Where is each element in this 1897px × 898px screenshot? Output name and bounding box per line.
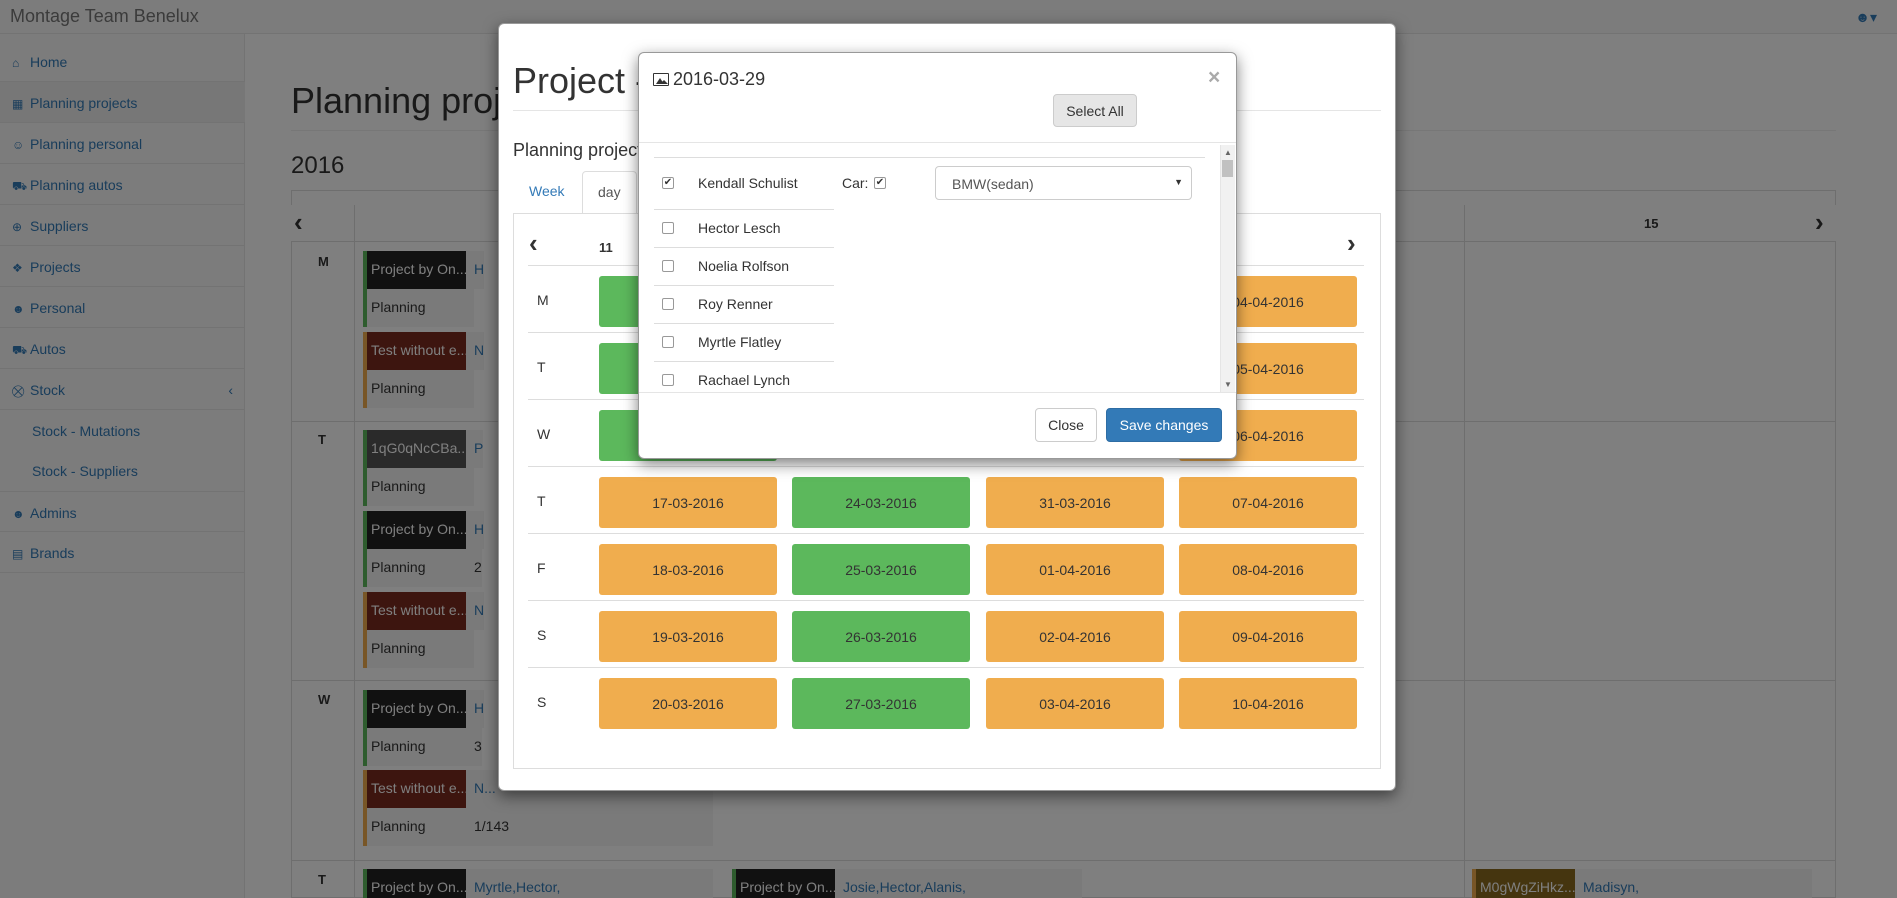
week-day-label: S: [537, 627, 547, 643]
person-row[interactable]: Rachael Lynch: [654, 362, 834, 392]
list-scrollbar[interactable]: [1220, 145, 1235, 392]
tab-week[interactable]: Week: [514, 171, 580, 213]
chevron-left-icon[interactable]: ‹: [529, 228, 538, 259]
person-checkbox[interactable]: [662, 222, 674, 234]
person-name: Noelia Rolfson: [698, 258, 790, 274]
car-checkbox[interactable]: ✔: [874, 177, 886, 189]
day-cell[interactable]: 24-03-2016: [792, 477, 970, 528]
person-row[interactable]: Noelia Rolfson: [654, 248, 834, 286]
person-name: Rachael Lynch: [698, 372, 791, 388]
person-checkbox[interactable]: [662, 336, 674, 348]
person-row[interactable]: Myrtle Flatley: [654, 324, 834, 362]
car-label: Car:: [842, 175, 869, 191]
person-checkbox[interactable]: [662, 260, 674, 272]
tab-day[interactable]: day: [582, 171, 637, 214]
save-changes-button[interactable]: Save changes: [1106, 408, 1222, 442]
chevron-right-icon[interactable]: ›: [1347, 228, 1356, 259]
close-icon[interactable]: ×: [1208, 66, 1220, 90]
week-column-header: 11: [599, 240, 613, 255]
day-cell[interactable]: 17-03-2016: [599, 477, 777, 528]
day-cell[interactable]: 02-04-2016: [986, 611, 1164, 662]
day-cell[interactable]: 08-04-2016: [1179, 544, 1357, 595]
person-name: Myrtle Flatley: [698, 334, 782, 350]
week-day-label: F: [537, 560, 546, 576]
week-day-label: M: [537, 292, 549, 308]
day-cell[interactable]: 31-03-2016: [986, 477, 1164, 528]
person-checkbox[interactable]: ✔: [662, 177, 674, 189]
project-modal-subtitle: Planning project 2: [513, 140, 658, 160]
person-row[interactable]: Hector Lesch: [654, 210, 834, 248]
week-day-label: W: [537, 426, 551, 442]
day-cell[interactable]: 26-03-2016: [792, 611, 970, 662]
person-name: Hector Lesch: [698, 220, 781, 236]
divider: [639, 142, 1236, 143]
week-day-label: S: [537, 694, 547, 710]
day-cell[interactable]: 18-03-2016: [599, 544, 777, 595]
project-modal-title: Project -: [513, 60, 648, 101]
person-name: Kendall Schulist: [698, 175, 798, 191]
divider: [639, 392, 1236, 393]
scroll-down-icon[interactable]: ▼: [1224, 380, 1232, 389]
day-cell[interactable]: 20-03-2016: [599, 678, 777, 729]
week-day-label: T: [537, 359, 546, 375]
image-icon: [653, 73, 669, 86]
day-cell[interactable]: 07-04-2016: [1179, 477, 1357, 528]
person-checkbox[interactable]: [662, 298, 674, 310]
day-cell[interactable]: 03-04-2016: [986, 678, 1164, 729]
person-name: Roy Renner: [698, 296, 773, 312]
day-modal-title: 2016-03-29: [653, 69, 765, 90]
day-cell[interactable]: 25-03-2016: [792, 544, 970, 595]
day-cell[interactable]: 19-03-2016: [599, 611, 777, 662]
select-all-button[interactable]: Select All: [1053, 94, 1137, 127]
car-select[interactable]: BMW(sedan) ▼: [935, 166, 1192, 200]
scroll-up-icon[interactable]: ▲: [1224, 148, 1232, 157]
day-cell[interactable]: 09-04-2016: [1179, 611, 1357, 662]
person-row[interactable]: ✔ Kendall Schulist: [654, 165, 834, 210]
day-cell[interactable]: 01-04-2016: [986, 544, 1164, 595]
caret-down-icon: ▼: [1174, 177, 1183, 187]
week-day-label: T: [537, 493, 546, 509]
divider: [654, 157, 1205, 158]
day-cell[interactable]: 27-03-2016: [792, 678, 970, 729]
person-row[interactable]: Roy Renner: [654, 286, 834, 324]
day-cell[interactable]: 10-04-2016: [1179, 678, 1357, 729]
person-checkbox[interactable]: [662, 374, 674, 386]
scrollbar-thumb[interactable]: [1222, 160, 1233, 177]
close-button[interactable]: Close: [1035, 408, 1097, 442]
